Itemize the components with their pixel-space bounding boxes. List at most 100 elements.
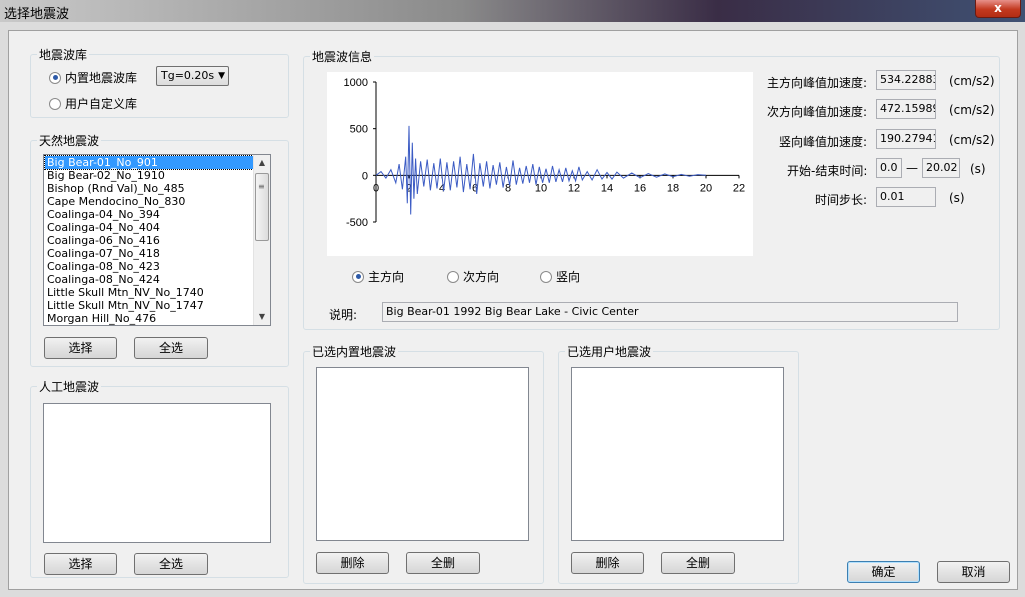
custom-library-radio[interactable]: 用户自定义库 (49, 95, 137, 112)
pga-vertical-unit: (cm/s2) (949, 133, 995, 147)
scroll-grip-icon: ≡ (258, 182, 265, 191)
selected-user-delete-all-button[interactable]: 全删 (661, 552, 735, 574)
artificial-waves-list[interactable] (43, 403, 271, 543)
pga-main-field[interactable]: 534.22883 (876, 70, 936, 90)
pga-main-unit: (cm/s2) (949, 74, 995, 88)
natural-waves-group: 天然地震波 Big Bear-01_No_901 Big Bear-02_No_1… (30, 132, 289, 367)
radio-checked-icon (49, 71, 61, 84)
x-tick-label: 22 (733, 182, 745, 194)
time-step-label: 时间步长: (815, 193, 868, 207)
radio-unchecked-icon (540, 270, 552, 283)
natural-wave-item[interactable]: Little Skull Mtn_NV_No_1747 (45, 299, 253, 312)
natural-select-button[interactable]: 选择 (44, 337, 117, 359)
description-field[interactable]: Big Bear-01 1992 Big Bear Lake - Civic C… (382, 302, 958, 322)
library-legend: 地震波库 (37, 46, 90, 63)
natural-waves-list[interactable]: Big Bear-01_No_901 Big Bear-02_No_1910 Bis… (43, 154, 271, 326)
natural-wave-item[interactable]: Big Bear-01_No_901 (44, 155, 254, 170)
natural-wave-item[interactable]: Coalinga-08_No_423 (45, 260, 253, 273)
radio-checked-icon (352, 270, 364, 283)
natural-wave-item[interactable]: Big Bear-02_No_1910 (45, 169, 253, 182)
cancel-button[interactable]: 取消 (937, 561, 1010, 583)
x-tick-label: 16 (634, 182, 646, 194)
natural-wave-item[interactable]: Morgan Hill_No_476 (45, 312, 253, 325)
library-group: 地震波库 内置地震波库 Tg=0.20s ▼ 用户自定义库 (30, 46, 289, 118)
natural-wave-item[interactable]: Coalinga-04_No_404 (45, 221, 253, 234)
x-tick-label: 12 (568, 182, 580, 194)
selected-builtin-legend: 已选内置地震波 (310, 343, 399, 360)
natural-wave-item[interactable]: Coalinga-06_No_416 (45, 234, 253, 247)
radio-unchecked-icon (49, 97, 61, 110)
wave-info-group: 地震波信息 1000 500 0 -500 0 2 4 6 8 10 12 14 16 18 20 22 主方… (303, 48, 1000, 330)
natural-wave-item[interactable]: Cape Mendocino_No_830 (45, 195, 253, 208)
artificial-waves-legend: 人工地震波 (37, 378, 102, 395)
natural-wave-item[interactable]: Coalinga-04_No_394 (45, 208, 253, 221)
close-icon: x (994, 1, 1002, 15)
waveform-series-line (375, 125, 707, 215)
radio-unchecked-icon (447, 270, 459, 283)
y-tick-label: 1000 (344, 77, 368, 89)
time-start-field[interactable]: 0.0 (876, 158, 902, 178)
time-range-label: 开始-结束时间: (787, 164, 868, 178)
waveform-chart-svg: 10005000-5000 2 4 6 8 10 12 14 16 18 20 22 (344, 77, 746, 229)
waveform-chart: 1000 500 0 -500 0 2 4 6 8 10 12 14 16 18 20 22 (327, 72, 753, 256)
pga-secondary-label: 次方向峰值加速度: (767, 105, 868, 119)
time-range-dash: — (906, 161, 918, 175)
y-tick-label: 0 (362, 170, 368, 182)
dialog-client: 地震波库 内置地震波库 Tg=0.20s ▼ 用户自定义库 天然地震波 Big … (8, 30, 1018, 590)
y-tick-label: 500 (350, 124, 368, 136)
window-title: 选择地震波 (4, 7, 70, 22)
artificial-select-all-button[interactable]: 全选 (134, 553, 208, 575)
time-step-unit: (s) (949, 191, 965, 205)
tg-select-value: Tg=0.20s (161, 69, 215, 82)
y-tick-label: -500 (346, 217, 368, 229)
chevron-down-icon: ▼ (218, 71, 225, 81)
scroll-down-icon[interactable]: ▼ (254, 309, 270, 325)
time-step-field[interactable]: 0.01 (876, 187, 936, 207)
selected-user-legend: 已选用户地震波 (565, 343, 654, 360)
scroll-up-icon[interactable]: ▲ (254, 155, 270, 171)
pga-vertical-field[interactable]: 190.27941 (876, 129, 936, 149)
pga-main-label: 主方向峰值加速度: (767, 76, 868, 90)
direction-main-radio[interactable]: 主方向 (352, 268, 404, 285)
natural-wave-item[interactable]: Coalinga-08_No_424 (45, 273, 253, 286)
pga-secondary-unit: (cm/s2) (949, 103, 995, 117)
x-tick-label: 18 (667, 182, 679, 194)
builtin-library-radio[interactable]: 内置地震波库 (49, 69, 137, 86)
pga-secondary-field[interactable]: 472.15989 (876, 99, 936, 119)
selected-user-group: 已选用户地震波 删除 全删 (558, 343, 799, 584)
description-label: 说明: (329, 308, 358, 322)
natural-waves-legend: 天然地震波 (37, 132, 102, 149)
title-bar[interactable]: 选择地震波 (0, 0, 1025, 22)
ok-button[interactable]: 确定 (847, 561, 920, 583)
close-button[interactable]: x (975, 0, 1021, 18)
direction-vertical-radio[interactable]: 竖向 (540, 268, 580, 285)
selected-builtin-group: 已选内置地震波 删除 全删 (303, 343, 544, 584)
pga-vertical-label: 竖向峰值加速度: (779, 135, 868, 149)
builtin-library-label: 内置地震波库 (65, 71, 138, 85)
direction-main-label: 主方向 (368, 270, 405, 284)
x-tick-label: 14 (601, 182, 613, 194)
natural-wave-item[interactable]: Little Skull Mtn_NV_No_1740 (45, 286, 253, 299)
direction-secondary-radio[interactable]: 次方向 (447, 268, 499, 285)
selected-user-delete-button[interactable]: 删除 (571, 552, 644, 574)
selected-builtin-list[interactable] (316, 367, 529, 541)
natural-list-scrollbar[interactable]: ▲ ≡ ▼ (253, 155, 270, 325)
natural-select-all-button[interactable]: 全选 (134, 337, 208, 359)
wave-info-legend: 地震波信息 (310, 48, 375, 65)
artificial-select-button[interactable]: 选择 (44, 553, 117, 575)
natural-wave-item[interactable]: Coalinga-07_No_418 (45, 247, 253, 260)
selected-builtin-delete-button[interactable]: 删除 (316, 552, 389, 574)
selected-builtin-delete-all-button[interactable]: 全删 (406, 552, 480, 574)
direction-vertical-label: 竖向 (556, 270, 581, 284)
x-tick-label: 10 (535, 182, 547, 194)
time-unit: (s) (970, 162, 986, 176)
time-end-field[interactable]: 20.02 (922, 158, 960, 178)
direction-secondary-label: 次方向 (463, 270, 500, 284)
custom-library-label: 用户自定义库 (65, 97, 138, 111)
natural-wave-item[interactable]: Bishop (Rnd Val)_No_485 (45, 182, 253, 195)
selected-user-list[interactable] (571, 367, 784, 541)
dialog-window: 选择地震波 x 地震波库 内置地震波库 Tg=0.20s ▼ 用户自定义库 天然… (0, 0, 1025, 597)
tg-select[interactable]: Tg=0.20s ▼ (156, 66, 229, 86)
x-tick-label: 20 (700, 182, 712, 194)
x-tick-label: 0 (373, 182, 379, 194)
